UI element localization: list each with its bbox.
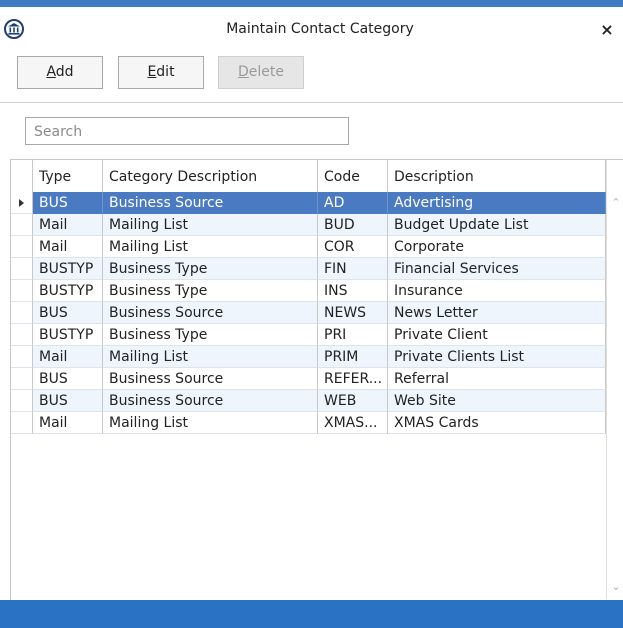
cell-type: Mail <box>33 412 103 434</box>
cell-description: Budget Update List <box>388 214 606 236</box>
cell-type: BUSTYP <box>33 324 103 346</box>
toolbar: Add Edit Delete <box>0 47 623 103</box>
row-header-corner <box>11 160 33 192</box>
cell-category: Business Source <box>103 390 318 412</box>
edit-button[interactable]: Edit <box>118 56 204 89</box>
cell-category: Business Type <box>103 258 318 280</box>
cell-code: FIN <box>318 258 388 280</box>
cell-description: Advertising <box>388 192 606 214</box>
delete-button-label: elete <box>248 64 284 80</box>
cell-code: PRI <box>318 324 388 346</box>
cell-description: XMAS Cards <box>388 412 606 434</box>
cell-category: Business Source <box>103 302 318 324</box>
scroll-up-icon[interactable]: ⌃ <box>610 197 622 209</box>
column-header-code[interactable]: Code <box>318 160 388 192</box>
delete-button-accelerator: D <box>238 64 249 80</box>
table-row[interactable]: BUSTYP Business Type INS Insurance <box>11 280 606 302</box>
cell-category: Mailing List <box>103 412 318 434</box>
row-header[interactable] <box>11 236 33 258</box>
cell-code: WEB <box>318 390 388 412</box>
row-header[interactable] <box>11 192 33 214</box>
cell-category: Business Source <box>103 368 318 390</box>
row-header[interactable] <box>11 214 33 236</box>
cell-type: BUSTYP <box>33 258 103 280</box>
cell-code: AD <box>318 192 388 214</box>
maintain-contact-category-window: Maintain Contact Category × Add Edit Del… <box>0 0 623 628</box>
cell-description: Corporate <box>388 236 606 258</box>
cell-type: BUS <box>33 192 103 214</box>
cell-code: XMAS... <box>318 412 388 434</box>
cell-description: Insurance <box>388 280 606 302</box>
window-top-accent <box>0 0 623 7</box>
table-row[interactable]: Mail Mailing List BUD Budget Update List <box>11 214 606 236</box>
row-header[interactable] <box>11 368 33 390</box>
add-button-accelerator: A <box>46 64 56 80</box>
edit-button-label: dit <box>156 64 175 80</box>
cell-category: Business Source <box>103 192 318 214</box>
cell-type: Mail <box>33 214 103 236</box>
delete-button[interactable]: Delete <box>218 56 304 89</box>
table-row[interactable]: BUSTYP Business Type FIN Financial Services <box>11 258 606 280</box>
column-header-description[interactable]: Description <box>388 160 606 192</box>
window-title: Maintain Contact Category <box>226 21 414 37</box>
table-row[interactable]: BUS Business Source AD Advertising <box>11 192 606 214</box>
cell-type: Mail <box>33 346 103 368</box>
current-row-indicator-icon <box>19 199 24 207</box>
table-row[interactable]: BUS Business Source NEWS News Letter <box>11 302 606 324</box>
table-row[interactable]: Mail Mailing List XMAS... XMAS Cards <box>11 412 606 434</box>
vertical-scrollbar[interactable]: ⌃ ⌄ <box>606 160 623 599</box>
cell-type: BUS <box>33 368 103 390</box>
grid-header: Type Category Description Code Descripti… <box>11 160 606 193</box>
edit-button-accelerator: E <box>147 64 157 80</box>
cell-type: BUS <box>33 302 103 324</box>
row-header[interactable] <box>11 324 33 346</box>
cell-category: Business Type <box>103 324 318 346</box>
row-header[interactable] <box>11 390 33 412</box>
column-header-category-description[interactable]: Category Description <box>103 160 318 192</box>
row-header[interactable] <box>11 258 33 280</box>
add-button[interactable]: Add <box>17 56 103 89</box>
table-row[interactable]: BUSTYP Business Type PRI Private Client <box>11 324 606 346</box>
cell-description: Web Site <box>388 390 606 412</box>
search-box <box>25 117 349 145</box>
add-button-label: dd <box>55 64 74 80</box>
table-row[interactable]: Mail Mailing List COR Corporate <box>11 236 606 258</box>
cell-type: BUSTYP <box>33 280 103 302</box>
cell-description: Private Clients List <box>388 346 606 368</box>
cell-category: Mailing List <box>103 214 318 236</box>
category-grid: Type Category Description Code Descripti… <box>10 159 623 600</box>
table-row[interactable]: BUS Business Source REFER... Referral <box>11 368 606 390</box>
row-header[interactable] <box>11 412 33 434</box>
row-header[interactable] <box>11 302 33 324</box>
row-header[interactable] <box>11 346 33 368</box>
cell-description: Financial Services <box>388 258 606 280</box>
title-bar: Maintain Contact Category × <box>0 7 623 47</box>
cell-code: COR <box>318 236 388 258</box>
cell-description: Referral <box>388 368 606 390</box>
cell-description: Private Client <box>388 324 606 346</box>
cell-type: Mail <box>33 236 103 258</box>
status-bar <box>0 600 623 628</box>
cell-category: Business Type <box>103 280 318 302</box>
scroll-down-icon[interactable]: ⌄ <box>610 581 622 593</box>
cell-code: INS <box>318 280 388 302</box>
row-header[interactable] <box>11 280 33 302</box>
cell-code: BUD <box>318 214 388 236</box>
cell-code: PRIM <box>318 346 388 368</box>
close-icon[interactable]: × <box>600 22 614 38</box>
cell-category: Mailing List <box>103 346 318 368</box>
cell-description: News Letter <box>388 302 606 324</box>
table-row[interactable]: Mail Mailing List PRIM Private Clients List <box>11 346 606 368</box>
column-header-type[interactable]: Type <box>33 160 103 192</box>
table-row[interactable]: BUS Business Source WEB Web Site <box>11 390 606 412</box>
cell-type: BUS <box>33 390 103 412</box>
cell-code: REFER... <box>318 368 388 390</box>
cell-code: NEWS <box>318 302 388 324</box>
search-input[interactable] <box>32 119 336 145</box>
cell-category: Mailing List <box>103 236 318 258</box>
